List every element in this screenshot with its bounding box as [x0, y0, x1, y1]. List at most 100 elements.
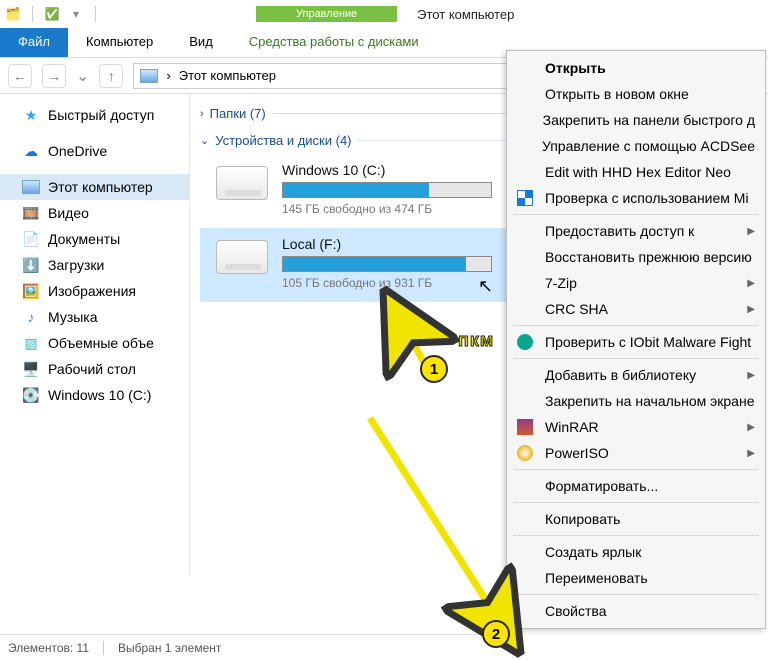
- ctx-acdsee[interactable]: Управление с помощью ACDSee: [507, 133, 765, 159]
- chevron-down-icon: ⌄: [200, 134, 209, 147]
- sidebar-item-this-pc[interactable]: Этот компьютер: [0, 174, 189, 200]
- sidebar-item-documents[interactable]: 📄 Документы: [0, 226, 189, 252]
- drive-usage-bar: [282, 182, 492, 198]
- cloud-icon: ☁: [22, 142, 40, 160]
- sidebar-item-pictures[interactable]: 🖼️ Изображения: [0, 278, 189, 304]
- sidebar-item-label: Документы: [48, 231, 120, 247]
- shield-icon: [515, 189, 535, 207]
- ctx-defender-scan[interactable]: Проверка с использованием Mi: [507, 185, 765, 211]
- context-menu[interactable]: Открыть Открыть в новом окне Закрепить н…: [506, 50, 766, 629]
- sidebar-item-quick-access[interactable]: ★ Быстрый доступ: [0, 102, 189, 128]
- nav-back-button[interactable]: ←: [8, 64, 32, 88]
- this-pc-icon: [140, 69, 158, 83]
- separator: [513, 535, 759, 536]
- chevron-right-icon: ▶: [747, 422, 755, 433]
- ctx-format[interactable]: Форматировать...: [507, 473, 765, 499]
- tab-computer[interactable]: Компьютер: [68, 28, 171, 57]
- pictures-icon: 🖼️: [22, 282, 40, 300]
- chevron-right-icon: ▶: [747, 226, 755, 237]
- drive-free-text: 145 ГБ свободно из 474 ГБ: [282, 202, 520, 216]
- ctx-copy[interactable]: Копировать: [507, 506, 765, 532]
- drive-name: Local (F:): [282, 236, 520, 252]
- properties-qat-icon[interactable]: ✅: [43, 5, 61, 23]
- ctx-7zip[interactable]: 7-Zip▶: [507, 270, 765, 296]
- sidebar-item-label: OneDrive: [48, 143, 107, 159]
- ctx-crc-sha[interactable]: CRC SHA▶: [507, 296, 765, 322]
- iobit-icon: [515, 333, 535, 351]
- video-icon: 🎞️: [22, 204, 40, 222]
- ctx-winrar[interactable]: WinRAR▶: [507, 414, 765, 440]
- chevron-right-icon: ▶: [747, 448, 755, 459]
- pc-icon: [22, 178, 40, 196]
- contextual-tab-manage[interactable]: Управление: [256, 6, 397, 22]
- sidebar-item-downloads[interactable]: ⬇️ Загрузки: [0, 252, 189, 278]
- navigation-pane[interactable]: ★ Быстрый доступ ☁ OneDrive Этот компьют…: [0, 94, 190, 574]
- sidebar-item-3d-objects[interactable]: ▧ Объемные объе: [0, 330, 189, 356]
- drive-name: Windows 10 (C:): [282, 162, 520, 178]
- drive-icon: [216, 240, 268, 274]
- sidebar-item-label: Windows 10 (C:): [48, 387, 151, 403]
- ctx-open-new-window[interactable]: Открыть в новом окне: [507, 81, 765, 107]
- explorer-icon: 🗂️: [4, 5, 22, 23]
- star-icon: ★: [22, 106, 40, 124]
- sidebar-item-music[interactable]: ♪ Музыка: [0, 304, 189, 330]
- separator: [513, 469, 759, 470]
- recent-locations-dropdown[interactable]: ⌄: [76, 66, 89, 86]
- separator: [513, 358, 759, 359]
- ctx-iobit[interactable]: Проверить с IObit Malware Fight: [507, 329, 765, 355]
- drive-item-c[interactable]: Windows 10 (C:) 145 ГБ свободно из 474 Г…: [200, 154, 530, 228]
- breadcrumb[interactable]: Этот компьютер: [179, 68, 276, 83]
- ctx-properties[interactable]: Свойства: [507, 598, 765, 624]
- sidebar-item-onedrive[interactable]: ☁ OneDrive: [0, 138, 189, 164]
- drive-item-f[interactable]: Local (F:) 105 ГБ свободно из 931 ГБ: [200, 228, 530, 302]
- sidebar-item-label: Музыка: [48, 309, 98, 325]
- ctx-open[interactable]: Открыть: [507, 55, 765, 81]
- breadcrumb-sep: ›: [166, 68, 170, 83]
- ctx-add-to-library[interactable]: Добавить в библиотеку▶: [507, 362, 765, 388]
- separator: [513, 502, 759, 503]
- status-bar: Элементов: 11 Выбран 1 элемент: [0, 634, 520, 660]
- sidebar-item-label: Быстрый доступ: [48, 107, 154, 123]
- ctx-create-shortcut[interactable]: Создать ярлык: [507, 539, 765, 565]
- tab-file[interactable]: Файл: [0, 28, 68, 57]
- nav-forward-button[interactable]: →: [42, 64, 66, 88]
- desktop-icon: 🖥️: [22, 360, 40, 378]
- qat-dropdown-icon[interactable]: ▾: [67, 5, 85, 23]
- window-title: Этот компьютер: [417, 7, 514, 22]
- ctx-poweriso[interactable]: PowerISO▶: [507, 440, 765, 466]
- separator: [513, 325, 759, 326]
- chevron-right-icon: ▶: [747, 278, 755, 289]
- status-selection: Выбран 1 элемент: [118, 641, 221, 655]
- winrar-icon: [515, 418, 535, 436]
- sidebar-item-drive-c[interactable]: 💽 Windows 10 (C:): [0, 382, 189, 408]
- drive-icon: [216, 166, 268, 200]
- sidebar-item-videos[interactable]: 🎞️ Видео: [0, 200, 189, 226]
- sidebar-item-label: Рабочий стол: [48, 361, 136, 377]
- group-label: Папки (7): [210, 106, 266, 121]
- ctx-pin-quick-access[interactable]: Закрепить на панели быстрого д: [507, 107, 765, 133]
- ctx-hex-editor[interactable]: Edit with HHD Hex Editor Neo: [507, 159, 765, 185]
- download-icon: ⬇️: [22, 256, 40, 274]
- ctx-rename[interactable]: Переименовать: [507, 565, 765, 591]
- drive-free-text: 105 ГБ свободно из 931 ГБ: [282, 276, 520, 290]
- separator: [103, 641, 104, 655]
- document-icon: 📄: [22, 230, 40, 248]
- ctx-give-access[interactable]: Предоставить доступ к▶: [507, 218, 765, 244]
- sidebar-item-desktop[interactable]: 🖥️ Рабочий стол: [0, 356, 189, 382]
- drive-usage-bar: [282, 256, 492, 272]
- tab-view[interactable]: Вид: [171, 28, 231, 57]
- nav-up-button[interactable]: ↑: [99, 64, 123, 88]
- separator: [95, 6, 96, 22]
- cube-icon: ▧: [22, 334, 40, 352]
- address-bar[interactable]: › Этот компьютер: [133, 63, 553, 89]
- sidebar-item-label: Этот компьютер: [48, 179, 153, 195]
- ctx-pin-start[interactable]: Закрепить на начальном экране: [507, 388, 765, 414]
- separator: [513, 594, 759, 595]
- ctx-previous-versions[interactable]: Восстановить прежнюю версию: [507, 244, 765, 270]
- music-icon: ♪: [22, 308, 40, 326]
- tab-disk-tools[interactable]: Средства работы с дисками: [231, 28, 437, 57]
- chevron-right-icon: ›: [200, 108, 204, 120]
- sidebar-item-label: Объемные объе: [48, 335, 154, 351]
- chevron-right-icon: ▶: [747, 370, 755, 381]
- separator: [32, 6, 33, 22]
